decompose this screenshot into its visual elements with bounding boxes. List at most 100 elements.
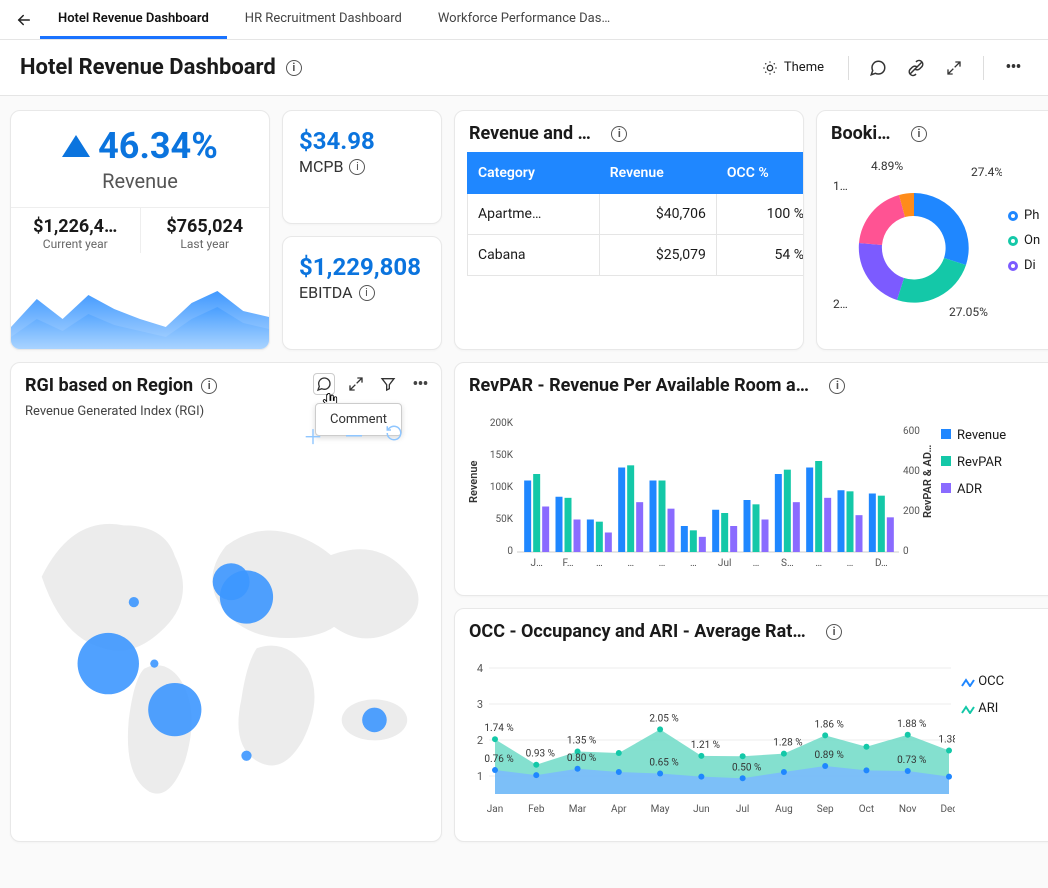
cell-occ: 100 % (716, 194, 804, 235)
svg-text:1.21 %: 1.21 % (691, 740, 720, 751)
svg-text:50K: 50K (495, 514, 513, 525)
svg-text:…: … (847, 558, 854, 569)
kpi-revenue-card: 46.34% Revenue $1,226,4… Current year $7… (10, 110, 270, 350)
svg-text:Jul: Jul (718, 558, 731, 569)
legend-item-online[interactable]: On (1008, 233, 1040, 248)
info-icon[interactable]: i (826, 624, 842, 640)
kpi-revenue-label: Revenue (102, 169, 178, 193)
svg-text:Sep: Sep (817, 804, 834, 815)
svg-text:0.89 %: 0.89 % (815, 750, 844, 761)
svg-text:200K: 200K (490, 418, 514, 429)
back-button[interactable] (8, 4, 40, 36)
legend-item-ari[interactable]: ARI (961, 701, 1004, 716)
svg-text:0.73 %: 0.73 % (897, 755, 926, 766)
revenue-table: Category Revenue OCC % Apartme… $40,706 … (467, 152, 804, 276)
booking-donut-chart[interactable]: 4.89% 1… 27.4% 2… 27.05% (827, 156, 1002, 321)
table-row[interactable]: Cabana $25,079 54 % (468, 235, 805, 276)
rgi-map-card: RGI based on Region i Revenue Generated … (10, 362, 442, 842)
fullscreen-icon[interactable] (939, 53, 969, 83)
legend-item-revpar[interactable]: RevPAR (941, 455, 1006, 470)
svg-text:…: … (659, 558, 666, 569)
kpi-sparkline (11, 289, 269, 349)
svg-text:0.65 %: 0.65 % (649, 758, 678, 769)
svg-text:…: … (596, 558, 603, 569)
legend-item-phone[interactable]: Ph (1008, 208, 1040, 223)
world-map[interactable] (11, 435, 441, 841)
tab-workforce-performance[interactable]: Workforce Performance Das… (420, 1, 628, 39)
info-icon[interactable]: i (349, 159, 365, 175)
zoom-out-icon[interactable]: － (343, 419, 365, 451)
svg-text:400: 400 (903, 466, 920, 477)
info-icon[interactable]: i (286, 60, 302, 76)
svg-text:150K: 150K (490, 450, 514, 461)
occ-card: OCC - Occupancy and ARI - Average Rat… i… (454, 608, 1048, 842)
comment-tool[interactable] (313, 373, 335, 395)
trend-up-icon (62, 135, 90, 157)
svg-text:2.05 %: 2.05 % (649, 713, 678, 724)
comment-icon[interactable] (863, 53, 893, 83)
info-icon[interactable]: i (201, 378, 217, 394)
more-menu[interactable]: ••• (998, 53, 1028, 83)
cell-revenue: $40,706 (599, 194, 716, 235)
pie-label: 4.89% (871, 159, 903, 173)
occ-area-chart[interactable]: 4 3 2 1 (465, 654, 955, 824)
color-swatch-icon (1008, 261, 1018, 271)
kpi-mcpb-value: $34.98 (299, 127, 425, 155)
svg-text:1.38 %: 1.38 % (938, 735, 955, 746)
expand-tool[interactable] (345, 373, 367, 395)
svg-text:0.93 %: 0.93 % (526, 749, 555, 760)
svg-text:200: 200 (903, 506, 920, 517)
svg-text:May: May (651, 804, 670, 815)
pie-label: 27.4% (971, 165, 1002, 179)
svg-text:Oct: Oct (859, 804, 874, 815)
legend-item-revenue[interactable]: Revenue (941, 428, 1006, 443)
kpi-mcpb-card: $34.98 MCPB i (282, 110, 442, 224)
svg-text:F…: F… (562, 558, 573, 569)
booking-pie-card: Booki… i 4.89% (816, 110, 1048, 350)
kpi-mcpb-label: MCPB (299, 157, 343, 176)
svg-text:600: 600 (903, 426, 920, 437)
svg-text:RevPAR & AD…: RevPAR & AD… (921, 445, 934, 518)
legend-item-occ[interactable]: OCC (961, 674, 1004, 689)
revpar-bar-chart[interactable]: Revenue RevPAR & AD… 200K 150K 100K 50K … (465, 408, 935, 578)
legend-item-direct[interactable]: Di (1008, 258, 1040, 273)
theme-button[interactable]: Theme (752, 54, 834, 82)
filter-tool[interactable] (377, 373, 399, 395)
tab-hr-recruitment[interactable]: HR Recruitment Dashboard (227, 1, 420, 39)
more-tool[interactable]: ••• (409, 373, 431, 395)
svg-text:Jan: Jan (487, 804, 503, 815)
color-swatch-icon (1008, 211, 1018, 221)
svg-text:…: … (753, 558, 760, 569)
info-icon[interactable]: i (611, 126, 627, 142)
link-icon[interactable] (901, 53, 931, 83)
info-icon[interactable]: i (911, 126, 927, 142)
kpi-ebitda-label: EBITDA (299, 283, 353, 302)
kpi-current-year-value: $1,226,4… (15, 216, 136, 237)
svg-text:1.35 %: 1.35 % (567, 735, 596, 746)
svg-text:0.50 %: 0.50 % (732, 762, 761, 773)
kpi-last-year-value: $765,024 (145, 216, 266, 237)
table-header-revenue[interactable]: Revenue (599, 153, 716, 194)
svg-text:1.28 %: 1.28 % (773, 738, 802, 749)
tab-hotel-revenue[interactable]: Hotel Revenue Dashboard (40, 1, 227, 39)
kpi-current-year-label: Current year (15, 237, 136, 251)
reset-zoom-icon[interactable] (385, 424, 403, 446)
svg-text:1.74 %: 1.74 % (484, 723, 513, 734)
legend-item-adr[interactable]: ADR (941, 482, 1006, 497)
pie-label: 27.05% (949, 305, 988, 319)
svg-text:J…: J… (531, 558, 543, 569)
table-header-occ[interactable]: OCC % (716, 153, 804, 194)
booking-pie-title: Booki… (831, 123, 891, 144)
pie-label: 2… (833, 297, 848, 311)
separator (983, 56, 984, 80)
dashboard-header: Hotel Revenue Dashboard i Theme ••• (0, 40, 1048, 96)
table-header-category[interactable]: Category (468, 153, 600, 194)
table-row[interactable]: Apartme… $40,706 100 % (468, 194, 805, 235)
svg-text:1: 1 (477, 770, 483, 783)
info-icon[interactable]: i (829, 378, 845, 394)
svg-text:…: … (815, 558, 822, 569)
revpar-title: RevPAR - Revenue Per Available Room a… (469, 375, 809, 396)
zoom-in-icon[interactable]: ＋ (303, 421, 323, 450)
info-icon[interactable]: i (359, 285, 375, 301)
svg-text:Mar: Mar (569, 804, 587, 815)
